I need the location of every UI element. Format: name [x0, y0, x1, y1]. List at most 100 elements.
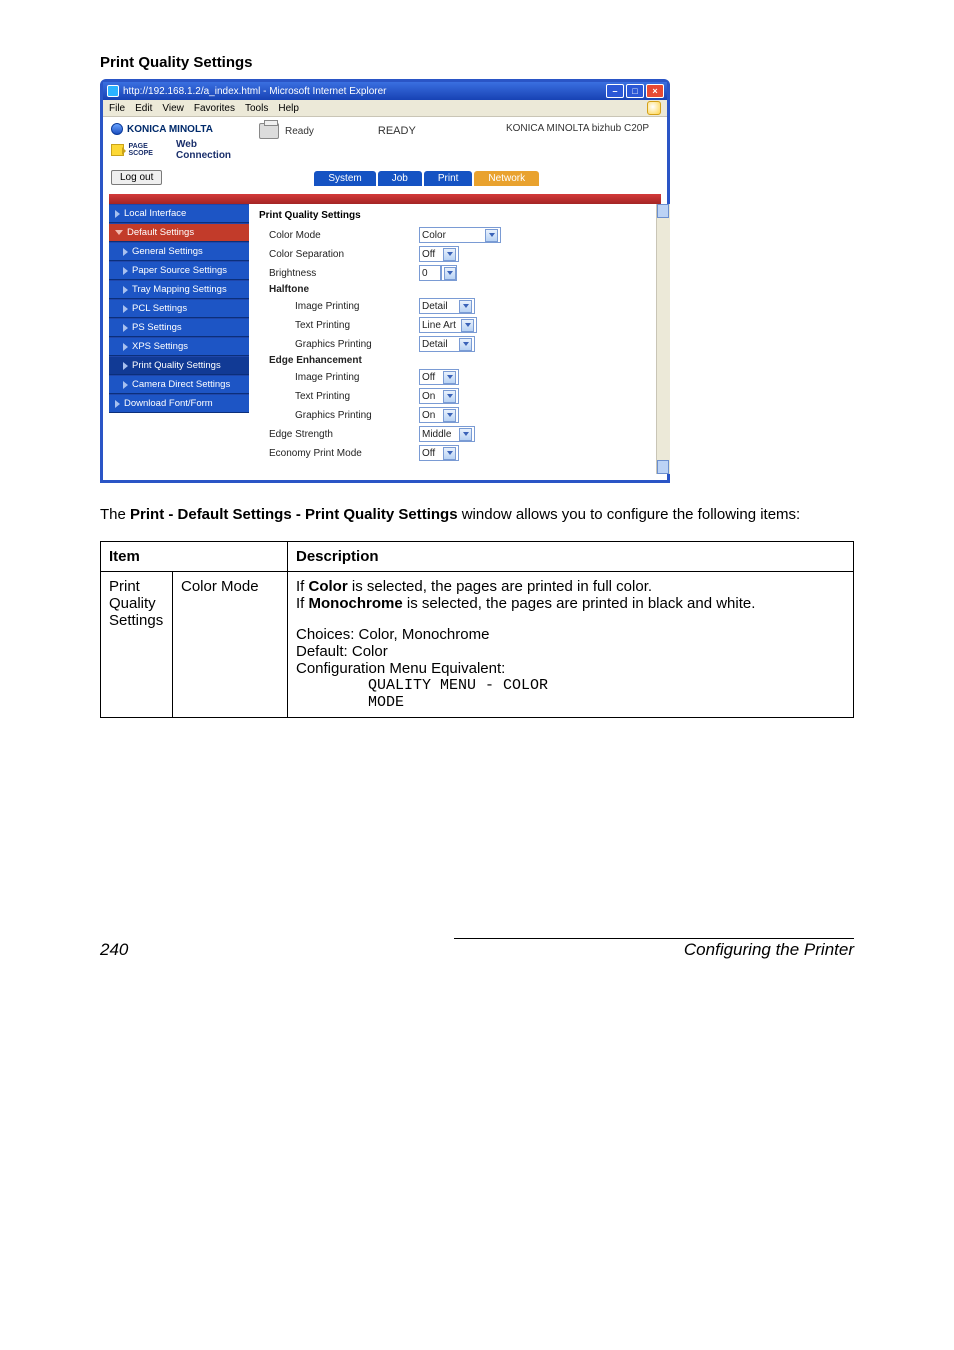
pane-title: Print Quality Settings — [259, 210, 651, 221]
label-edge-image: Image Printing — [259, 372, 419, 383]
label-edge-graphics: Graphics Printing — [259, 410, 419, 421]
select-halftone-image[interactable]: Detail — [419, 298, 475, 314]
sidebar-item-label: General Settings — [132, 246, 203, 257]
menubar[interactable]: File Edit View Favorites Tools Help — [103, 100, 667, 117]
select-value: Middle — [422, 429, 451, 440]
footer-title: Configuring the Printer — [684, 940, 854, 960]
sidebar-item-download-font[interactable]: Download Font/Form — [109, 394, 249, 413]
sidebar-item-label: Local Interface — [124, 208, 186, 219]
sidebar-item-paper-source[interactable]: Paper Source Settings — [109, 261, 249, 280]
minimize-button[interactable]: – — [606, 84, 624, 98]
page-number: 240 — [100, 940, 128, 960]
scrollbar-track[interactable] — [656, 204, 670, 474]
chevron-right-icon — [115, 210, 120, 218]
td-group: Print Quality Settings — [101, 572, 173, 718]
menu-edit[interactable]: Edit — [135, 103, 152, 114]
select-value: On — [422, 410, 435, 421]
select-value: Line Art — [422, 320, 456, 331]
tab-job[interactable]: Job — [378, 171, 422, 186]
sidebar-item-label: Download Font/Form — [124, 398, 213, 409]
td-param: Color Mode — [173, 572, 288, 718]
chevron-down-icon — [443, 248, 456, 261]
sidebar-item-pcl[interactable]: PCL Settings — [109, 299, 249, 318]
label-halftone-image: Image Printing — [259, 301, 419, 312]
sidebar: Local Interface Default Settings General… — [109, 204, 249, 474]
separator-bar — [109, 194, 661, 204]
sidebar-item-label: Tray Mapping Settings — [132, 284, 227, 295]
input-brightness[interactable]: 0 — [419, 265, 441, 281]
select-color-separation[interactable]: Off — [419, 246, 459, 262]
sidebar-item-label: PS Settings — [132, 322, 182, 333]
sidebar-item-label: Print Quality Settings — [132, 360, 221, 371]
menu-file[interactable]: File — [109, 103, 125, 114]
label-edge-enhancement: Edge Enhancement — [259, 355, 419, 366]
status-big: READY — [378, 125, 416, 137]
select-halftone-text[interactable]: Line Art — [419, 317, 477, 333]
scrollbar-down-button[interactable] — [657, 460, 669, 474]
tab-network[interactable]: Network — [474, 171, 539, 186]
sidebar-item-ps[interactable]: PS Settings — [109, 318, 249, 337]
menu-tools[interactable]: Tools — [245, 103, 268, 114]
select-value: Off — [422, 372, 435, 383]
label-brightness: Brightness — [259, 268, 419, 279]
menu-favorites[interactable]: Favorites — [194, 103, 235, 114]
th-item: Item — [101, 542, 288, 572]
select-value: On — [422, 391, 435, 402]
menu-help[interactable]: Help — [278, 103, 299, 114]
select-value: Detail — [422, 301, 448, 312]
select-value: Off — [422, 249, 435, 260]
chevron-down-icon — [461, 319, 474, 332]
window-title: http://192.168.1.2/a_index.html - Micros… — [123, 86, 386, 97]
select-halftone-graphics[interactable]: Detail — [419, 336, 475, 352]
select-value: Color — [422, 230, 446, 241]
select-edge-graphics[interactable]: On — [419, 407, 459, 423]
label-economy: Economy Print Mode — [259, 448, 419, 459]
td-description: If Color is selected, the pages are prin… — [288, 572, 854, 718]
select-edge-strength[interactable]: Middle — [419, 426, 475, 442]
select-edge-text[interactable]: On — [419, 388, 459, 404]
settings-pane: Print Quality Settings Color Mode Color … — [249, 204, 661, 474]
label-color-mode: Color Mode — [259, 230, 419, 241]
tab-print[interactable]: Print — [424, 171, 473, 186]
ie-throbber-icon — [647, 101, 661, 115]
browser-window: http://192.168.1.2/a_index.html - Micros… — [100, 79, 670, 483]
close-button[interactable]: × — [646, 84, 664, 98]
chevron-down-icon — [485, 229, 498, 242]
chevron-down-icon — [443, 409, 456, 422]
scrollbar-up-button[interactable] — [657, 204, 669, 218]
sidebar-item-camera-direct[interactable]: Camera Direct Settings — [109, 375, 249, 394]
sidebar-item-general[interactable]: General Settings — [109, 242, 249, 261]
sidebar-item-tray-mapping[interactable]: Tray Mapping Settings — [109, 280, 249, 299]
select-value: Off — [422, 448, 435, 459]
sidebar-item-label: Paper Source Settings — [132, 265, 227, 276]
sidebar-item-default-settings[interactable]: Default Settings — [109, 223, 249, 242]
sidebar-item-local-interface[interactable]: Local Interface — [109, 204, 249, 223]
sidebar-item-label: Default Settings — [127, 227, 194, 238]
logout-button[interactable]: Log out — [111, 170, 162, 185]
km-logo-icon — [111, 123, 123, 135]
chevron-down-icon — [459, 428, 472, 441]
chevron-right-icon — [123, 248, 128, 256]
chevron-down-icon — [459, 338, 472, 351]
maximize-button[interactable]: □ — [626, 84, 644, 98]
select-value: Detail — [422, 339, 448, 350]
select-edge-image[interactable]: Off — [419, 369, 459, 385]
brightness-dropdown[interactable] — [441, 265, 457, 281]
chevron-down-icon — [459, 300, 472, 313]
description-table: Item Description Print Quality Settings … — [100, 541, 854, 718]
chevron-right-icon — [115, 400, 120, 408]
sidebar-item-xps[interactable]: XPS Settings — [109, 337, 249, 356]
menu-view[interactable]: View — [162, 103, 184, 114]
chevron-right-icon — [123, 286, 128, 294]
label-halftone-graphics: Graphics Printing — [259, 339, 419, 350]
chevron-right-icon — [123, 362, 128, 370]
select-color-mode[interactable]: Color — [419, 227, 501, 243]
label-halftone-text: Text Printing — [259, 320, 419, 331]
status-text: Ready — [285, 126, 314, 137]
tab-system[interactable]: System — [314, 171, 375, 186]
select-economy[interactable]: Off — [419, 445, 459, 461]
pagescope-prefix: PAGE SCOPE — [128, 143, 172, 157]
pagescope-icon — [111, 144, 124, 156]
sidebar-item-print-quality[interactable]: Print Quality Settings — [109, 356, 249, 375]
pagescope-label: Web Connection — [176, 139, 251, 161]
